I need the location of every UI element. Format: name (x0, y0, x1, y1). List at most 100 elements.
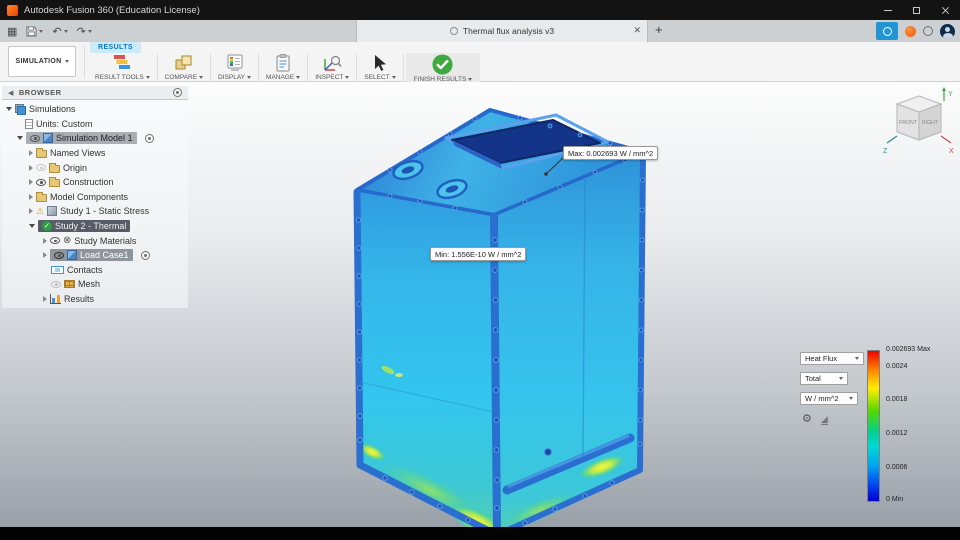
redo-button[interactable]: ↷ (77, 25, 92, 38)
help-icon[interactable] (923, 26, 933, 36)
workspace-selector[interactable]: SIMULATION (8, 46, 76, 77)
new-tab-button[interactable]: + (655, 22, 663, 37)
contacts-icon (51, 265, 64, 274)
notification-icon[interactable] (905, 25, 916, 37)
visibility-eye-icon[interactable] (30, 134, 40, 142)
visibility-eye-icon[interactable] (54, 251, 64, 259)
load-case-icon (67, 250, 77, 261)
legend-tick-max: 0.002693 Max (886, 346, 931, 353)
simulations-icon (15, 103, 26, 115)
visibility-eye-icon[interactable] (51, 280, 61, 288)
display-icon (227, 54, 243, 71)
job-status-button[interactable] (876, 22, 898, 40)
dropdown-caret-icon (855, 357, 859, 360)
tree-item-contacts[interactable]: Contacts (2, 263, 188, 278)
expander-icon[interactable] (29, 164, 33, 171)
tree-item-units[interactable]: Units: Custom (2, 117, 188, 132)
3d-viewport[interactable]: ◀ BROWSER Simulations Units: Custom Simu… (0, 82, 960, 527)
axis-z-label: Z (883, 148, 888, 155)
legend-tick: 0.0024 (886, 363, 908, 370)
activate-load-case-radio[interactable] (140, 250, 150, 260)
expander-icon[interactable] (43, 237, 47, 244)
workspace-caret-icon (64, 60, 69, 63)
redo-icon: ↷ (76, 25, 86, 38)
solved-check-icon: ✓ (42, 221, 52, 232)
group-finish-results[interactable]: FINISH RESULTS (405, 53, 481, 83)
expander-icon[interactable] (29, 224, 35, 229)
visibility-eye-icon[interactable] (36, 164, 46, 172)
minimize-button[interactable] (873, 0, 902, 20)
tree-item-study-2[interactable]: ✓ Study 2 - Thermal (2, 219, 188, 234)
group-manage[interactable]: MANAGE (261, 53, 305, 83)
result-tools-icon (114, 55, 131, 69)
expander-icon[interactable] (29, 179, 33, 186)
legend-tick: 0.0006 (886, 464, 908, 471)
results-icon (50, 294, 61, 305)
compare-icon (175, 55, 192, 70)
expander-icon[interactable] (43, 252, 47, 259)
tree-item-named-views[interactable]: Named Views (2, 146, 188, 161)
activate-model-radio[interactable] (144, 133, 154, 143)
warning-icon: ⚠ (36, 205, 45, 216)
tree-item-construction[interactable]: Construction (2, 175, 188, 190)
dropdown-caret-icon (468, 78, 473, 81)
tree-item-study-1[interactable]: ⚠ Study 1 - Static Stress (2, 204, 188, 219)
tree-item-model-components[interactable]: Model Components (2, 190, 188, 205)
expander-icon[interactable] (6, 107, 12, 112)
browser-display-toggle[interactable] (173, 88, 182, 97)
tree-item-study-materials[interactable]: ⊗ Study Materials (2, 233, 188, 248)
fusion360-window: Autodesk Fusion 360 (Education License) … (0, 0, 960, 540)
collapse-browser-icon[interactable]: ◀ (8, 89, 14, 97)
max-flux-annotation[interactable]: Max: 0.002693 W / mm^2 (563, 146, 659, 160)
select-icon (375, 55, 387, 71)
dropdown-caret-icon (296, 76, 301, 79)
save-caret-icon (39, 29, 44, 33)
close-button[interactable] (931, 0, 960, 20)
redo-caret-icon (87, 29, 92, 33)
units-document-icon (25, 118, 33, 129)
manage-icon (276, 54, 290, 72)
app-menu-icon[interactable]: ▦ (7, 25, 17, 38)
expander-icon[interactable] (43, 296, 47, 303)
legend-plot-icon[interactable]: ◢ (820, 414, 828, 425)
group-inspect[interactable]: INSPECT (310, 53, 354, 83)
legend-tick: 0.0012 (886, 430, 908, 437)
tree-item-origin[interactable]: Origin (2, 160, 188, 175)
group-display[interactable]: DISPLAY (213, 53, 256, 83)
tab-results[interactable]: RESULTS (90, 42, 141, 53)
min-flux-annotation[interactable]: Min: 1.556E-10 W / mm^2 (430, 247, 527, 261)
fusion-logo-icon (7, 4, 18, 16)
maximize-button[interactable] (902, 0, 931, 20)
group-select[interactable]: SELECT (359, 53, 400, 83)
view-cube[interactable]: Y FRONT RIGHT X Z (882, 86, 956, 168)
result-type-dropdown[interactable]: Heat Flux (800, 352, 864, 365)
window-title: Autodesk Fusion 360 (Education License) (24, 4, 200, 16)
visibility-eye-icon[interactable] (50, 237, 60, 245)
expander-icon[interactable] (17, 136, 23, 141)
timeline-bar (0, 527, 960, 540)
expander-icon[interactable] (29, 208, 33, 215)
tree-item-results[interactable]: Results (2, 292, 188, 307)
unit-dropdown[interactable]: W / mm^2 (800, 392, 858, 405)
tree-item-mesh[interactable]: Mesh (2, 277, 188, 292)
max-probe-point (544, 172, 548, 176)
save-button[interactable] (26, 25, 44, 37)
visibility-eye-icon[interactable] (36, 178, 46, 186)
expander-icon[interactable] (29, 193, 33, 200)
legend-settings-icon[interactable]: ⚙ (802, 413, 812, 425)
tree-item-simulation-model-1[interactable]: Simulation Model 1 (2, 131, 188, 146)
study-icon (47, 206, 58, 217)
group-compare[interactable]: COMPARE (160, 53, 208, 83)
undo-button[interactable]: ↶ (52, 25, 68, 38)
component-dropdown[interactable]: Total (800, 372, 848, 385)
document-tab[interactable]: Thermal flux analysis v3 ✕ (356, 20, 648, 42)
document-tab-bar: ▦ ↶ ↷ Thermal flux analysis v3 ✕ + (0, 20, 960, 42)
close-tab-icon[interactable]: ✕ (633, 24, 641, 37)
model-icon (43, 133, 53, 144)
viewcube-right-label: RIGHT (922, 120, 939, 126)
group-result-tools[interactable]: RESULT TOOLS (90, 53, 155, 83)
user-avatar[interactable] (940, 23, 955, 39)
tree-item-load-case1[interactable]: Load Case1 (2, 248, 188, 263)
expander-icon[interactable] (29, 150, 33, 157)
tree-item-simulations[interactable]: Simulations (2, 102, 188, 117)
